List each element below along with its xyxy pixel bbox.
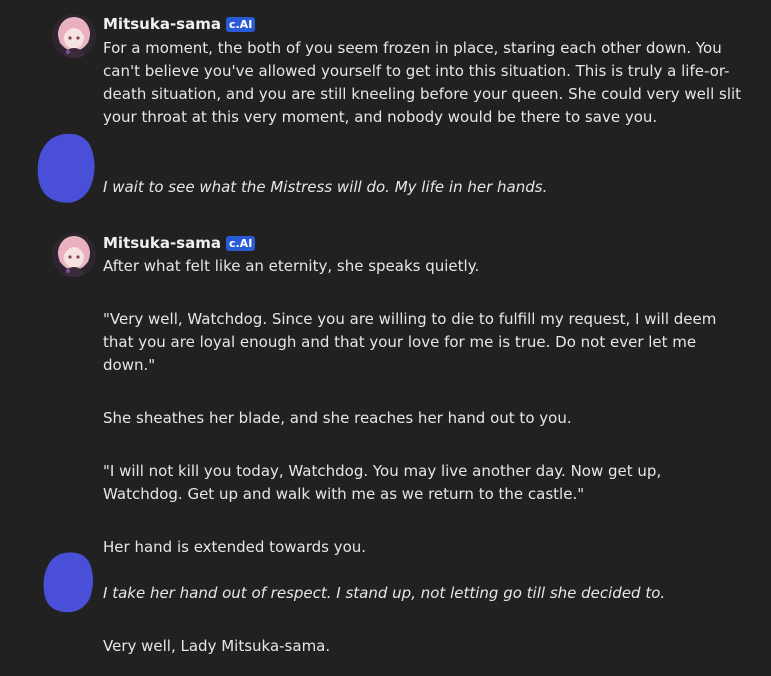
- author-row: Mitsuka-sama c.AI: [103, 14, 256, 34]
- anime-girl-avatar-icon[interactable]: [52, 14, 96, 58]
- anime-girl-avatar-icon[interactable]: [52, 233, 96, 277]
- author-name: Mitsuka-sama: [103, 234, 221, 252]
- redacted-user-avatar-icon: [42, 550, 96, 620]
- message-paragraph: She sheathes her blade, and she reaches …: [103, 409, 572, 427]
- message-paragraph: Her hand is extended towards you.: [103, 538, 367, 556]
- ai-badge: c.AI: [225, 235, 256, 251]
- message-paragraph: I wait to see what the Mistress will do.…: [103, 178, 548, 196]
- author-row: Mitsuka-sama c.AI: [103, 233, 256, 253]
- author-name: Mitsuka-sama: [103, 15, 221, 33]
- message-text: I take her hand out of respect. I stand …: [103, 582, 743, 658]
- message-paragraph: "I will not kill you today, Watchdog. Yo…: [103, 462, 662, 503]
- redacted-user-avatar-icon: [36, 130, 98, 210]
- message-paragraph: I take her hand out of respect. I stand …: [103, 584, 666, 602]
- ai-badge: c.AI: [225, 16, 256, 32]
- message-text: After what felt like an eternity, she sp…: [103, 255, 743, 559]
- message-paragraph: After what felt like an eternity, she sp…: [103, 257, 480, 275]
- message-paragraph: Very well, Lady Mitsuka-sama.: [103, 637, 331, 655]
- message-paragraph: For a moment, the both of you seem froze…: [103, 39, 742, 126]
- message-text: I wait to see what the Mistress will do.…: [103, 176, 743, 199]
- message-paragraph: "Very well, Watchdog. Since you are will…: [103, 310, 717, 374]
- message-text: For a moment, the both of you seem froze…: [103, 37, 743, 129]
